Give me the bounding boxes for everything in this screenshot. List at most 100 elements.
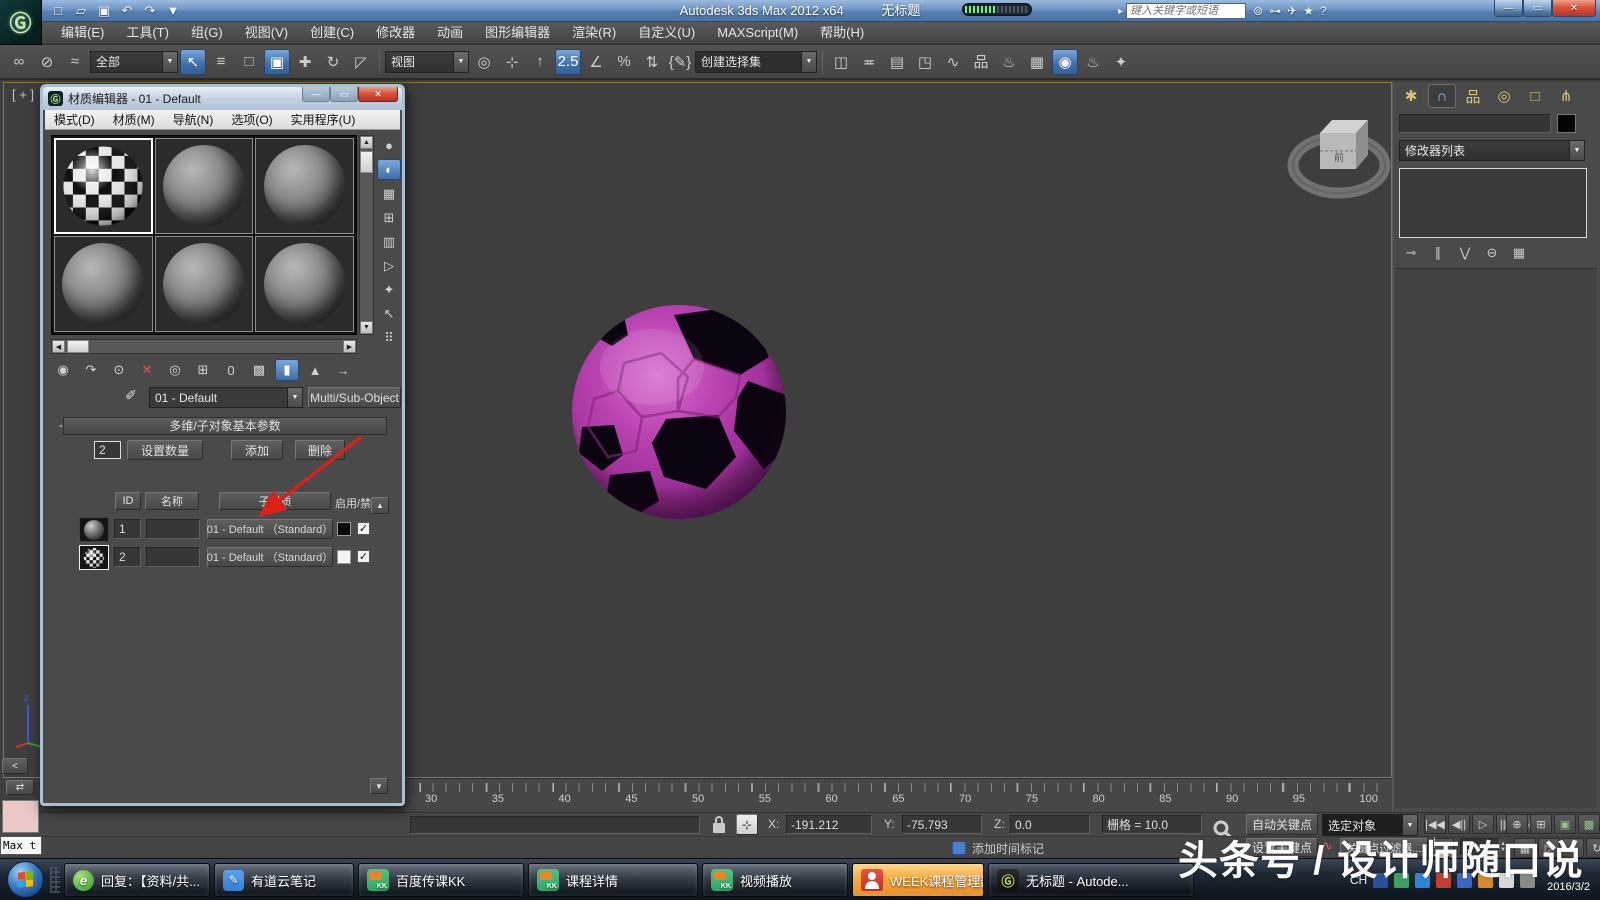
make-material-copy-icon[interactable]: ◎ xyxy=(163,359,187,381)
object-name-field[interactable] xyxy=(1399,114,1551,133)
select-object-icon[interactable]: ↖ xyxy=(180,49,206,75)
submaterial-color-swatch[interactable] xyxy=(337,522,351,536)
save-file-icon[interactable]: ▣ xyxy=(94,1,114,20)
soccer-ball-object[interactable] xyxy=(566,299,792,525)
pin-stack-icon[interactable]: ⊸ xyxy=(1401,244,1421,262)
hierarchy-tab-icon[interactable]: 品 xyxy=(1459,84,1487,108)
material-name-dropdown[interactable]: 01 - Default ▼ xyxy=(149,387,303,408)
submaterial-thumbnail[interactable] xyxy=(79,545,109,570)
taskbar-button-youdao-note[interactable]: ✎ 有道云笔记 xyxy=(214,863,354,897)
use-pivot-point-center-icon[interactable]: ◎ xyxy=(471,49,497,75)
menu-item[interactable]: 模式(D) xyxy=(45,111,104,128)
search-input[interactable] xyxy=(1126,3,1246,19)
timeline-track-bar[interactable]: 3035404550556065707580859095100 xyxy=(405,778,1392,812)
scrollbar-thumb[interactable] xyxy=(67,340,89,353)
select-and-scale-icon[interactable]: ◸ xyxy=(348,49,374,75)
percent-snap-icon[interactable]: % xyxy=(611,49,637,75)
scroll-right-icon[interactable]: ▶ xyxy=(343,340,356,353)
open-mini-curve-editor-icon[interactable]: ⇄ xyxy=(6,780,34,795)
submaterial-thumbnail[interactable] xyxy=(79,517,109,542)
menu-item[interactable]: 图形编辑器 xyxy=(474,22,561,44)
submaterial-column-header[interactable]: 子材质 xyxy=(219,492,331,510)
taskbar-button-browser[interactable]: e 回复：【资料/共... xyxy=(64,863,210,897)
favorites-star-icon[interactable]: ★ xyxy=(1303,4,1314,18)
put-to-library-icon[interactable]: ⊞ xyxy=(191,359,215,381)
graphite-modeling-icon[interactable]: ◳ xyxy=(912,49,938,75)
motion-tab-icon[interactable]: ◎ xyxy=(1490,84,1518,108)
go-to-parent-icon[interactable]: ▲ xyxy=(303,359,327,381)
select-and-link-icon[interactable]: ∞ xyxy=(6,49,32,75)
reference-coordinate-dropdown[interactable]: 视图 ▼ xyxy=(385,51,469,73)
render-setup-icon[interactable]: ♨ xyxy=(996,49,1022,75)
menu-item[interactable]: 视图(V) xyxy=(234,22,299,44)
snaps-toggle-icon[interactable]: 2.5 xyxy=(555,49,581,75)
close-button[interactable]: ✕ xyxy=(1552,0,1596,17)
utilities-tab-icon[interactable]: ⋔ xyxy=(1552,84,1580,108)
view-cube[interactable]: 前 xyxy=(1284,103,1394,203)
sample-slot[interactable] xyxy=(255,236,354,332)
maxscript-mini-listener[interactable] xyxy=(2,800,39,833)
sample-type-icon[interactable]: ● xyxy=(377,135,401,156)
search-binoculars-icon[interactable]: ⊚ xyxy=(1253,4,1263,18)
rectangular-selection-region-icon[interactable]: □ xyxy=(236,49,262,75)
sample-slot[interactable] xyxy=(255,138,354,234)
orbit-icon[interactable]: ↻ xyxy=(1586,838,1600,858)
application-menu-button[interactable]: Ⓖ xyxy=(0,0,42,45)
select-by-name-icon[interactable]: ≡ xyxy=(208,49,234,75)
menu-item[interactable]: 材质(M) xyxy=(104,111,164,128)
scrollbar-thumb[interactable] xyxy=(360,151,373,173)
z-coordinate-field[interactable]: 0.0 xyxy=(1010,815,1090,834)
material-editor-titlebar[interactable]: Ⓖ 材质编辑器 - 01 - Default — ▭ ✕ xyxy=(43,87,402,110)
help-icon[interactable]: ? xyxy=(1320,4,1327,18)
new-scene-icon[interactable]: □ xyxy=(48,1,68,20)
add-time-tag-label[interactable]: 添加时间标记 xyxy=(972,840,1044,857)
backlight-icon[interactable]: ◐ xyxy=(377,159,401,180)
rollout-scroll-down-button[interactable]: ▼ xyxy=(370,778,388,794)
align-icon[interactable]: ≖ xyxy=(856,49,882,75)
select-and-rotate-icon[interactable]: ↻ xyxy=(320,49,346,75)
slots-horizontal-scrollbar[interactable]: ◀ ▶ xyxy=(51,339,357,354)
named-selection-sets-dropdown[interactable]: 创建选择集 ▼ xyxy=(695,51,817,73)
put-to-scene-icon[interactable]: ↷ xyxy=(79,359,103,381)
sample-slot-checker[interactable] xyxy=(54,138,153,234)
submaterial-name-field[interactable] xyxy=(146,519,200,539)
window-crossing-icon[interactable]: ▣ xyxy=(264,49,290,75)
curve-editor-icon[interactable]: ∿ xyxy=(940,49,966,75)
restore-button[interactable]: ▭ xyxy=(1523,0,1552,17)
set-number-button[interactable]: 设置数量 xyxy=(127,440,203,460)
angle-snap-icon[interactable]: ∠ xyxy=(583,49,609,75)
menu-item[interactable]: 选项(O) xyxy=(222,111,281,128)
selection-filter-dropdown[interactable]: 全部 ▼ xyxy=(90,51,178,73)
scroll-left-icon[interactable]: ◀ xyxy=(52,340,65,353)
subscription-key-icon[interactable]: ⊶ xyxy=(1269,4,1281,18)
rows-scroll-up-button[interactable]: ▲ xyxy=(371,497,389,514)
menu-item[interactable]: 导航(N) xyxy=(164,111,223,128)
video-color-check-icon[interactable]: ▥ xyxy=(377,231,401,252)
taskbar-button-course-detail[interactable]: 课程详情 xyxy=(528,863,698,897)
minimize-button[interactable]: — xyxy=(1494,0,1523,17)
layer-manager-icon[interactable]: ▤ xyxy=(884,49,910,75)
reset-map-icon[interactable]: ✕ xyxy=(135,359,159,381)
slots-vertical-scrollbar[interactable]: ▲ ▼ xyxy=(359,135,374,335)
select-and-move-icon[interactable]: ✚ xyxy=(292,49,318,75)
render-iterative-icon[interactable]: ♨ xyxy=(1080,49,1106,75)
select-and-manipulate-icon[interactable]: ⊹ xyxy=(499,49,525,75)
spinner-snap-icon[interactable]: ⇅ xyxy=(639,49,665,75)
start-button[interactable] xyxy=(7,861,44,898)
display-tab-icon[interactable]: □ xyxy=(1521,84,1549,108)
create-tab-icon[interactable]: ✱ xyxy=(1397,84,1425,108)
menu-item[interactable]: 组(G) xyxy=(180,22,234,44)
open-file-icon[interactable]: ▱ xyxy=(71,1,91,20)
rollout-header[interactable]: 多维/子对象基本参数 xyxy=(63,417,387,435)
material-count-field[interactable]: 2 xyxy=(94,441,121,459)
add-time-tag-icon[interactable] xyxy=(952,841,966,855)
schematic-view-icon[interactable]: 品 xyxy=(968,49,994,75)
menu-item[interactable]: 帮助(H) xyxy=(809,22,875,44)
go-forward-to-sibling-icon[interactable]: → xyxy=(331,359,355,381)
edit-named-selection-sets-icon[interactable]: {✎} xyxy=(667,49,693,75)
qat-flyout-icon[interactable]: ▼ xyxy=(163,1,183,20)
keyboard-shortcut-override-icon[interactable]: ↑ xyxy=(527,49,553,75)
menu-item[interactable]: MAXScript(M) xyxy=(706,22,809,44)
scroll-up-icon[interactable]: ▲ xyxy=(360,136,373,149)
show-end-result-icon[interactable]: ∥ xyxy=(1428,244,1448,262)
